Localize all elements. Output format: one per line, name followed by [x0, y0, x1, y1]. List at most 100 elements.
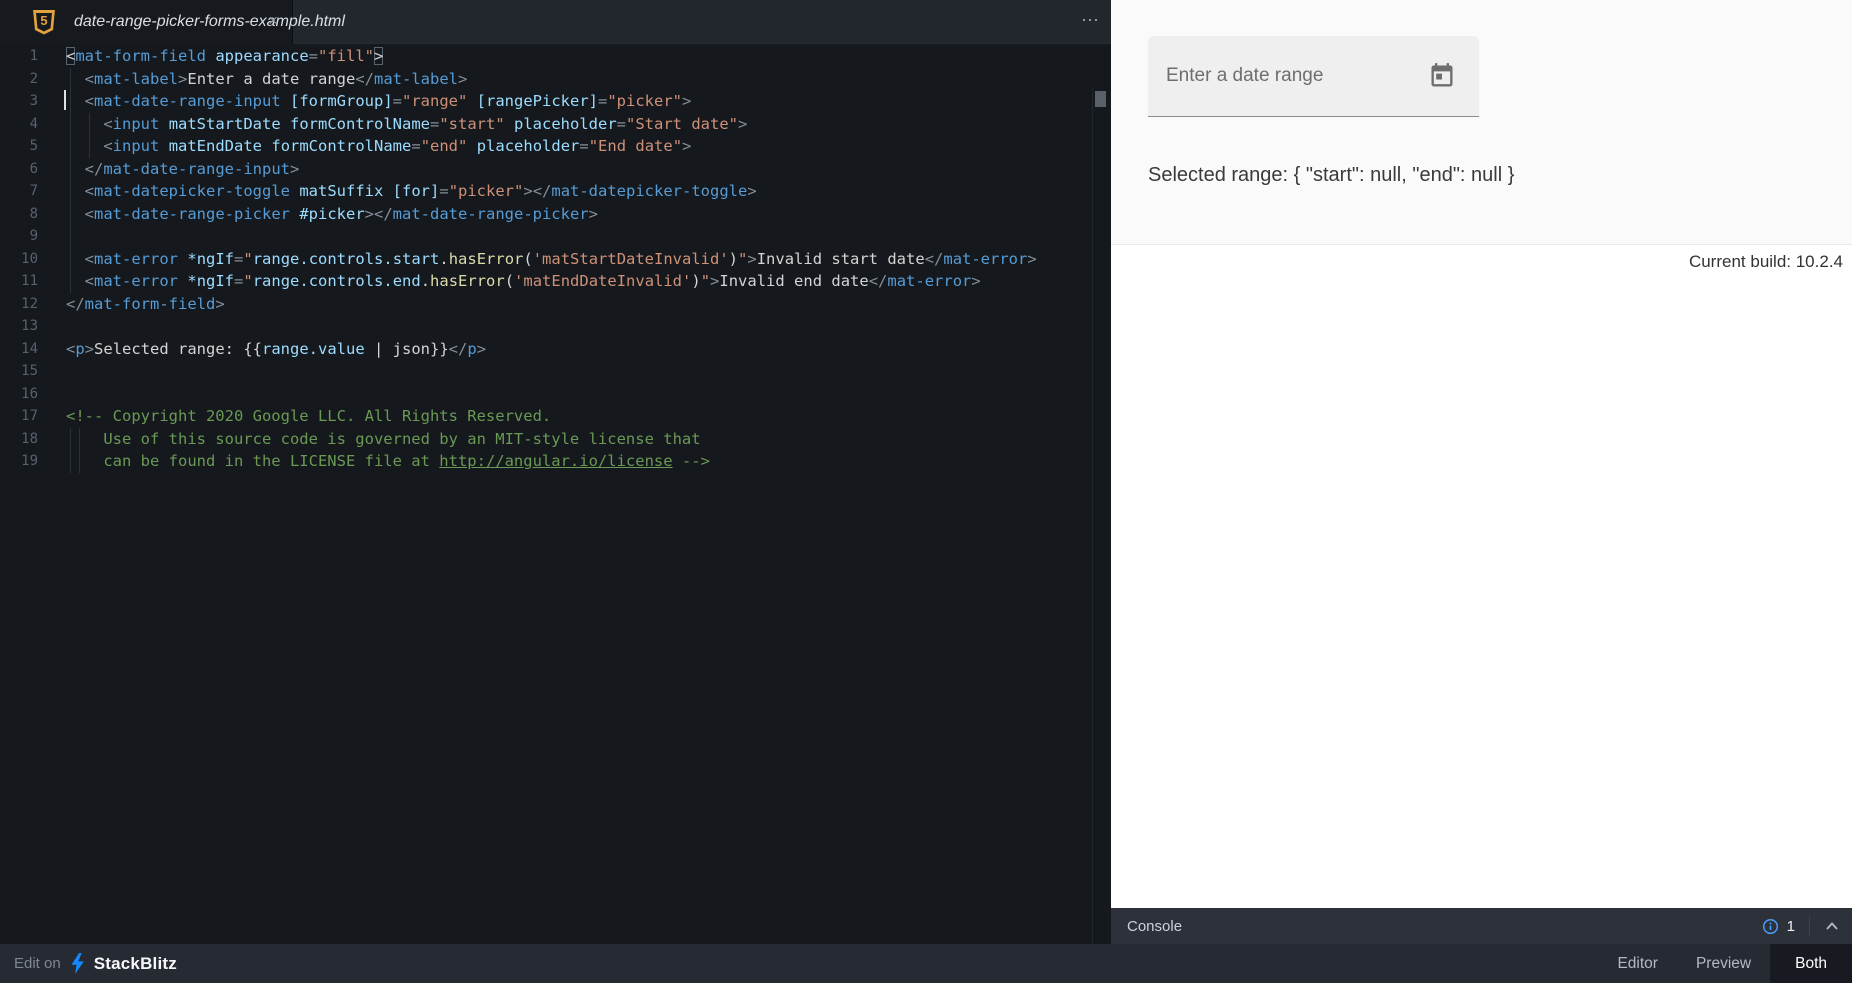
- code-token: mat-error: [94, 272, 178, 290]
- code-token: [66, 250, 85, 268]
- chevron-up-icon[interactable]: [1824, 920, 1840, 932]
- code-line-content: <input matStartDate formControlName="sta…: [38, 113, 747, 136]
- code-line[interactable]: 6 </mat-date-range-input>: [0, 158, 1111, 181]
- code-token: "Start date": [626, 115, 738, 133]
- indent-guide: [70, 158, 71, 181]
- code-token: [formGroup]: [290, 92, 393, 110]
- view-toggle-preview[interactable]: Preview: [1677, 944, 1770, 983]
- code-line[interactable]: 15: [0, 360, 1111, 383]
- code-token: [66, 272, 85, 290]
- code-token: =: [598, 92, 607, 110]
- line-number: 5: [0, 135, 38, 158]
- code-line[interactable]: 13: [0, 315, 1111, 338]
- console-bar[interactable]: Console 1: [1111, 908, 1852, 944]
- code-token: </: [869, 272, 888, 290]
- editor-scrollbar-thumb[interactable]: [1095, 91, 1106, 107]
- code-token: =: [579, 137, 588, 155]
- code-token: Use of this source code is governed by a…: [66, 430, 701, 448]
- code-token: http://angular.io/license: [439, 452, 672, 470]
- code-token: (: [523, 250, 532, 268]
- code-line[interactable]: 11 <mat-error *ngIf="range.controls.end.…: [0, 270, 1111, 293]
- tab-filename: date-range-picker-forms-example.html: [74, 13, 345, 31]
- calendar-toggle-button[interactable]: [1428, 62, 1456, 90]
- line-number: 19: [0, 450, 38, 473]
- indent-guide: [70, 113, 71, 136]
- code-line[interactable]: 19 can be found in the LICENSE file at h…: [0, 450, 1111, 473]
- code-token: [178, 272, 187, 290]
- code-token: mat-label: [94, 70, 178, 88]
- edit-on-stackblitz-link[interactable]: Edit on StackBlitz: [14, 953, 177, 974]
- code-line[interactable]: 7 <mat-datepicker-toggle matSuffix [for]…: [0, 180, 1111, 203]
- console-divider: [1809, 916, 1810, 936]
- code-line[interactable]: 17<!-- Copyright 2020 Google LLC. All Ri…: [0, 405, 1111, 428]
- stackblitz-brand-label: StackBlitz: [94, 954, 177, 974]
- code-token: <: [85, 182, 94, 200]
- code-token: "range": [402, 92, 467, 110]
- code-token: <: [103, 115, 112, 133]
- code-token: =: [234, 272, 243, 290]
- code-line[interactable]: 16: [0, 383, 1111, 406]
- code-line[interactable]: 8 <mat-date-range-picker #picker></mat-d…: [0, 203, 1111, 226]
- code-token: range.value: [262, 340, 365, 358]
- editor-more-menu-icon[interactable]: ⋯: [1081, 0, 1100, 44]
- code-token: [383, 182, 392, 200]
- code-token: </: [449, 340, 468, 358]
- close-tab-icon[interactable]: ×: [268, 0, 278, 44]
- line-number: 8: [0, 203, 38, 226]
- calendar-icon: [1428, 62, 1456, 90]
- indent-guide: [79, 450, 80, 473]
- code-line[interactable]: 14<p>Selected range: {{range.value | jso…: [0, 338, 1111, 361]
- code-token: >: [747, 250, 756, 268]
- code-token: [206, 47, 215, 65]
- code-token: ): [729, 250, 738, 268]
- code-line[interactable]: 9: [0, 225, 1111, 248]
- file-tab[interactable]: 5 date-range-picker-forms-example.html ×: [0, 0, 293, 44]
- code-editor[interactable]: 1<mat-form-field appearance="fill">2 <ma…: [0, 44, 1111, 944]
- line-number: 17: [0, 405, 38, 428]
- code-token: >: [178, 70, 187, 88]
- editor-pane: 5 date-range-picker-forms-example.html ×…: [0, 0, 1111, 944]
- code-line[interactable]: 4 <input matStartDate formControlName="s…: [0, 113, 1111, 136]
- code-line[interactable]: 10 <mat-error *ngIf="range.controls.star…: [0, 248, 1111, 271]
- code-token: >: [589, 205, 598, 223]
- line-number: 2: [0, 68, 38, 91]
- code-token: >: [747, 182, 756, 200]
- current-build-text: Current build: 10.2.4: [1111, 252, 1843, 272]
- code-token: [290, 205, 299, 223]
- code-token: >: [710, 272, 719, 290]
- code-line[interactable]: 18 Use of this source code is governed b…: [0, 428, 1111, 451]
- code-line[interactable]: 3 <mat-date-range-input [formGroup] = "ran…: [0, 90, 1111, 113]
- code-token: mat-form-field: [75, 47, 206, 65]
- view-toggle-both[interactable]: Both: [1770, 944, 1852, 983]
- code-line[interactable]: 5 <input matEndDate formControlName="end…: [0, 135, 1111, 158]
- edit-on-label: Edit on: [14, 955, 61, 972]
- code-token: | json}}: [365, 340, 449, 358]
- line-number: 7: [0, 180, 38, 203]
- code-token: =: [439, 182, 448, 200]
- code-token: <: [85, 92, 94, 110]
- view-toggle-editor[interactable]: Editor: [1598, 944, 1677, 983]
- code-token: [178, 250, 187, 268]
- code-token: mat-error: [887, 272, 971, 290]
- code-token: [rangePicker]: [477, 92, 598, 110]
- code-token: 'matEndDateInvalid': [514, 272, 691, 290]
- date-range-field[interactable]: Enter a date range: [1148, 36, 1479, 117]
- code-token: [66, 92, 85, 110]
- code-token: "end": [421, 137, 468, 155]
- line-number: 10: [0, 248, 38, 271]
- code-token: [66, 115, 103, 133]
- code-line[interactable]: 12</mat-form-field>: [0, 293, 1111, 316]
- code-line[interactable]: 2 <mat-label>Enter a date range</mat-lab…: [0, 68, 1111, 91]
- selected-range-text: Selected range: { "start": null, "end": …: [1148, 164, 1514, 187]
- code-token: mat-date-range-input: [94, 92, 281, 110]
- line-number: 13: [0, 315, 38, 338]
- code-token: Selected range: {{: [94, 340, 262, 358]
- code-line[interactable]: 1<mat-form-field appearance="fill">: [0, 45, 1111, 68]
- code-token: ": [701, 272, 710, 290]
- code-line-content: [38, 360, 66, 383]
- line-number: 3: [0, 90, 38, 113]
- code-token: range.controls.start: [253, 250, 440, 268]
- code-token: mat-error: [94, 250, 178, 268]
- code-token: "fill": [318, 47, 374, 65]
- line-number: 1: [0, 45, 38, 68]
